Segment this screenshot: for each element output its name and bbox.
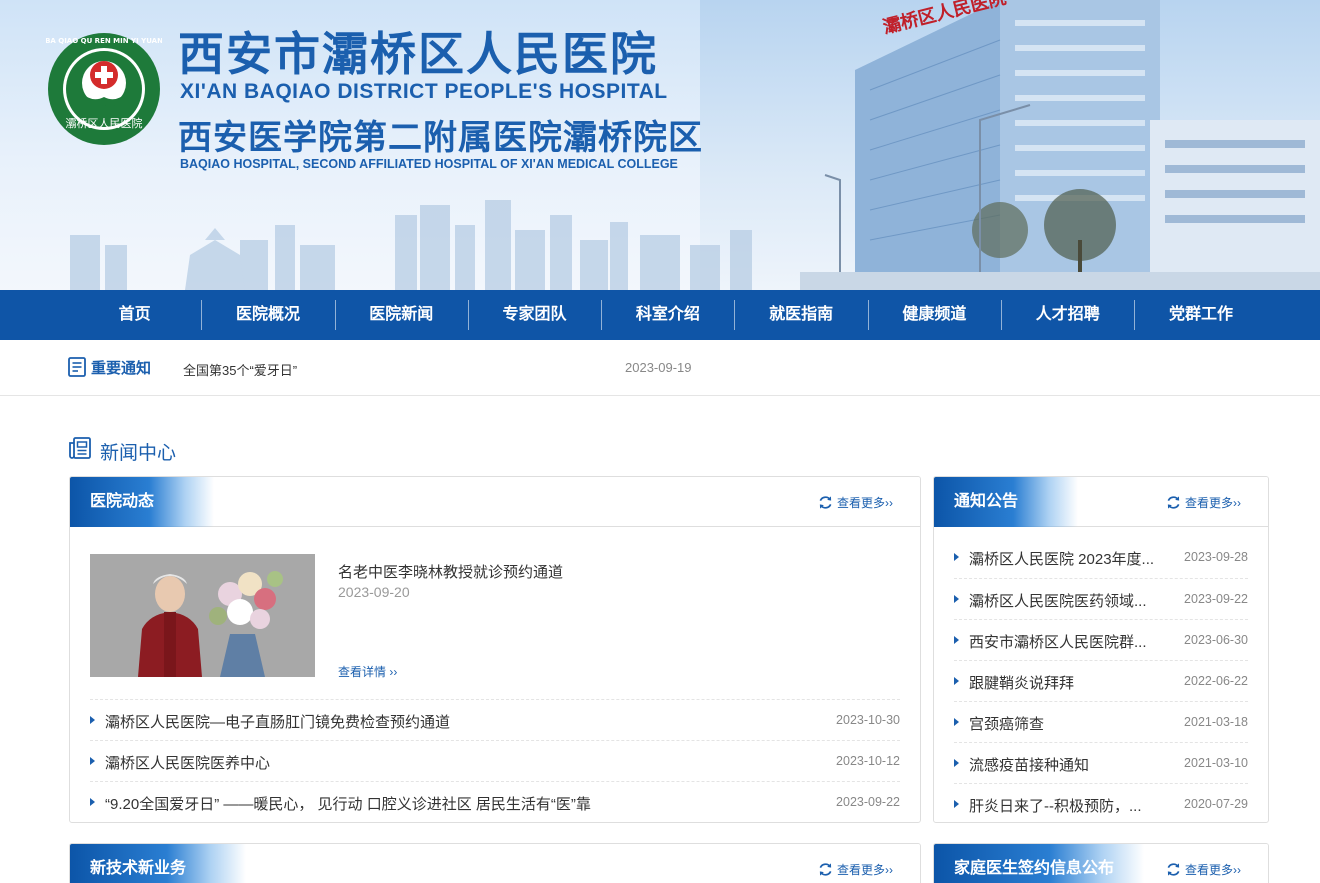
news-center-title: 新闻中心	[100, 443, 177, 464]
announcement-title: 肝炎日来了--积极预防，...	[969, 798, 1142, 815]
announcement-title: 流感疫苗接种通知	[969, 757, 1090, 774]
nav-item-news[interactable]: 医院新闻	[334, 290, 468, 340]
bullet-arrow-icon	[954, 553, 959, 561]
hospital-logo[interactable]: BA QIAO QU REN MIN YI YUAN 灞桥区人民医院	[46, 31, 162, 147]
nav-item-careers[interactable]: 人才招聘	[1001, 290, 1134, 340]
tab-family-doctor[interactable]: 家庭医生签约信息公布	[934, 844, 1145, 883]
hospital-name-cn: 西安市灞桥区人民医院	[178, 28, 658, 80]
bullet-arrow-icon	[954, 677, 959, 685]
tab-hospital-news[interactable]: 医院动态	[70, 477, 215, 527]
news-item-title: 灞桥区人民医院医养中心	[105, 755, 271, 772]
nav-item-departments[interactable]: 科室介绍	[601, 290, 734, 340]
featured-news-photo[interactable]	[90, 554, 315, 677]
view-details-link[interactable]: 查看详情 ››	[338, 663, 397, 680]
nav-item-about[interactable]: 医院概况	[201, 290, 334, 340]
new-tech-panel: 新技术新业务 查看更多››	[69, 843, 921, 883]
announcement-date: 2023-09-28	[1184, 550, 1248, 564]
nav-item-experts[interactable]: 专家团队	[467, 290, 601, 340]
more-link[interactable]: 查看更多››	[1166, 861, 1241, 877]
svg-text:BA QIAO QU REN MIN YI YUAN: BA QIAO QU REN MIN YI YUAN	[46, 37, 162, 45]
announcement-date: 2023-09-22	[1184, 592, 1248, 606]
main-navigation: 首页 医院概况 医院新闻 专家团队 科室介绍 就医指南 健康频道 人才招聘 党群…	[0, 290, 1320, 340]
bullet-arrow-icon	[90, 716, 95, 724]
featured-news-title[interactable]: 名老中医李晓林教授就诊预约通道	[338, 561, 563, 582]
family-doctor-panel: 家庭医生签约信息公布 查看更多››	[933, 843, 1269, 883]
more-label: 查看更多››	[837, 496, 893, 510]
hospital-affiliation-en: BAQIAO HOSPITAL, SECOND AFFILIATED HOSPI…	[180, 157, 678, 171]
nav-items: 首页 医院概况 医院新闻 专家团队 科室介绍 就医指南 健康频道 人才招聘 党群…	[68, 290, 1268, 340]
news-item-title: 灞桥区人民医院—电子直肠肛门镜免费检查预约通道	[105, 714, 451, 731]
more-link[interactable]: 查看更多››	[818, 494, 893, 510]
more-label: 查看更多››	[1185, 863, 1241, 877]
hospital-affiliation-cn: 西安医学院第二附属医院灞桥院区	[178, 119, 703, 157]
news-list-item[interactable]: 灞桥区人民医院—电子直肠肛门镜免费检查预约通道 2023-10-30	[90, 699, 900, 740]
panel-header: 医院动态 查看更多››	[70, 477, 920, 527]
header-banner: BA QIAO QU REN MIN YI YUAN 灞桥区人民医院 西安市灞桥…	[0, 0, 1320, 290]
bullet-arrow-icon	[90, 798, 95, 806]
bullet-arrow-icon	[90, 757, 95, 765]
announcement-title: 灞桥区人民医院 2023年度...	[969, 551, 1155, 568]
bullet-arrow-icon	[954, 759, 959, 767]
important-notice-bar: 重要通知 全国第35个“爱牙日” 2023-09-19	[0, 340, 1320, 396]
notice-link[interactable]: 全国第35个“爱牙日”	[183, 360, 297, 379]
announcement-date: 2020-07-29	[1184, 797, 1248, 811]
panel-header: 通知公告 查看更多››	[934, 477, 1268, 527]
bullet-arrow-icon	[954, 800, 959, 808]
panel-header: 家庭医生签约信息公布 查看更多››	[934, 844, 1268, 883]
announcement-title: 宫颈癌筛查	[969, 716, 1045, 733]
featured-news-date: 2023-09-20	[338, 584, 410, 600]
nav-item-patient-guide[interactable]: 就医指南	[734, 290, 867, 340]
announcement-item[interactable]: 西安市灞桥区人民医院群... 2023-06-30	[954, 619, 1248, 660]
refresh-icon	[819, 863, 832, 876]
news-item-date: 2023-09-22	[836, 795, 900, 809]
announcement-item[interactable]: 灞桥区人民医院医药领域... 2023-09-22	[954, 578, 1248, 619]
announcement-title: 西安市灞桥区人民医院群...	[969, 634, 1147, 651]
tab-announcements[interactable]: 通知公告	[934, 477, 1079, 527]
news-list-item[interactable]: 灞桥区人民医院医养中心 2023-10-12	[90, 740, 900, 781]
svg-text:灞桥区人民医院: 灞桥区人民医院	[66, 116, 143, 130]
tab-new-tech[interactable]: 新技术新业务	[70, 844, 247, 883]
newspaper-icon	[69, 437, 91, 459]
announcement-title: 跟腱鞘炎说拜拜	[969, 675, 1075, 692]
announcement-title: 灞桥区人民医院医药领域...	[969, 593, 1147, 610]
more-label: 查看更多››	[837, 863, 893, 877]
document-icon	[68, 357, 86, 377]
hospital-name-en: XI'AN BAQIAO DISTRICT PEOPLE'S HOSPITAL	[180, 80, 668, 103]
announcement-item[interactable]: 灞桥区人民医院 2023年度... 2023-09-28	[954, 537, 1248, 578]
notice-date: 2023-09-19	[625, 360, 692, 375]
announcements-panel: 通知公告 查看更多›› 灞桥区人民医院 2023年度... 2023-09-28…	[933, 476, 1269, 823]
refresh-icon	[1167, 496, 1180, 509]
news-item-date: 2023-10-12	[836, 754, 900, 768]
refresh-icon	[1167, 863, 1180, 876]
nav-item-party[interactable]: 党群工作	[1134, 290, 1267, 340]
nav-item-health[interactable]: 健康频道	[867, 290, 1001, 340]
announcement-date: 2023-06-30	[1184, 633, 1248, 647]
announcement-date: 2021-03-10	[1184, 756, 1248, 770]
notice-label: 重要通知	[91, 360, 152, 377]
announcement-item[interactable]: 宫颈癌筛查 2021-03-18	[954, 701, 1248, 742]
announcement-item[interactable]: 流感疫苗接种通知 2021-03-10	[954, 742, 1248, 783]
news-item-title: “9.20全国爱牙日” ——暖民心， 见行动 口腔义诊进社区 居民生活有“医”靠	[105, 796, 591, 813]
hospital-news-panel: 医院动态 查看更多›› 名老中医李晓林教授就诊预约通道 2023-09-20 查…	[69, 476, 921, 823]
nav-item-home[interactable]: 首页	[68, 290, 201, 340]
refresh-icon	[819, 496, 832, 509]
bullet-arrow-icon	[954, 718, 959, 726]
announcement-date: 2022-06-22	[1184, 674, 1248, 688]
announcement-date: 2021-03-18	[1184, 715, 1248, 729]
more-link[interactable]: 查看更多››	[818, 861, 893, 877]
bullet-arrow-icon	[954, 595, 959, 603]
announcement-item[interactable]: 肝炎日来了--积极预防，... 2020-07-29	[954, 783, 1248, 822]
news-list-item[interactable]: “9.20全国爱牙日” ——暖民心， 见行动 口腔义诊进社区 居民生活有“医”靠…	[90, 781, 900, 822]
announcement-item[interactable]: 跟腱鞘炎说拜拜 2022-06-22	[954, 660, 1248, 701]
more-label: 查看更多››	[1185, 496, 1241, 510]
panel-header: 新技术新业务 查看更多››	[70, 844, 920, 883]
news-item-date: 2023-10-30	[836, 713, 900, 727]
more-link[interactable]: 查看更多››	[1166, 494, 1241, 510]
bullet-arrow-icon	[954, 636, 959, 644]
